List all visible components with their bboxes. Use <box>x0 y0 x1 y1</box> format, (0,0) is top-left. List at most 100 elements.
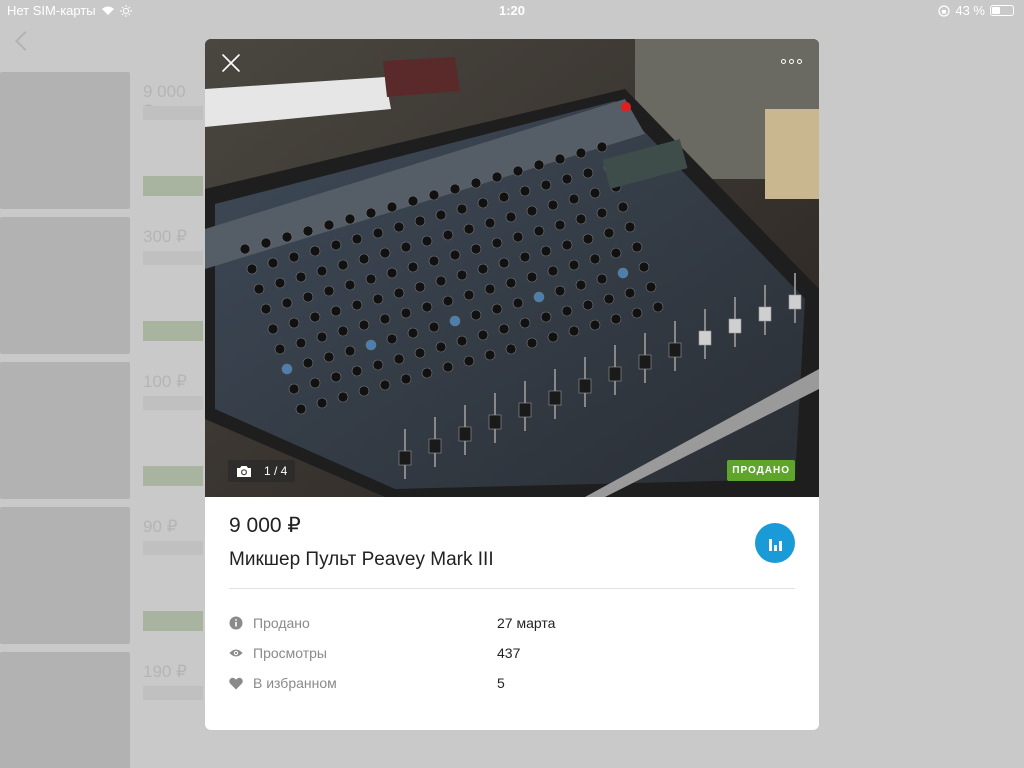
meta-value: 27 марта <box>497 615 556 631</box>
photo-counter[interactable]: 1 / 4 <box>228 460 296 482</box>
fader-cap <box>698 330 712 346</box>
knob <box>358 385 370 397</box>
knob <box>631 307 643 319</box>
knob <box>526 205 538 217</box>
knob <box>540 179 552 191</box>
list-item[interactable]: 9 000 ₽ <box>0 72 203 217</box>
battery-level <box>992 7 1000 14</box>
knob <box>295 271 307 283</box>
list-item-title-placeholder <box>143 396 203 410</box>
more-options-button[interactable] <box>781 53 805 69</box>
knob <box>309 311 321 323</box>
knob <box>379 247 391 259</box>
knob <box>281 231 293 243</box>
list-item[interactable]: 100 ₽ <box>0 362 203 507</box>
knob <box>337 259 349 271</box>
list-item-price: 190 ₽ <box>143 662 187 681</box>
knob <box>463 289 475 301</box>
knob <box>582 233 594 245</box>
knob <box>351 365 363 377</box>
knob <box>351 233 363 245</box>
back-arrow-icon[interactable] <box>15 31 35 51</box>
knob <box>316 397 328 409</box>
knob <box>603 293 615 305</box>
knob <box>421 367 433 379</box>
knob <box>309 377 321 389</box>
knob <box>442 295 454 307</box>
knob <box>365 339 377 351</box>
knob <box>477 197 489 209</box>
knob <box>547 265 559 277</box>
knob <box>323 285 335 297</box>
knob <box>330 371 342 383</box>
knob <box>596 207 608 219</box>
knob <box>477 263 489 275</box>
knob <box>372 227 384 239</box>
knob <box>589 187 601 199</box>
knob <box>624 287 636 299</box>
knob <box>344 279 356 291</box>
knob <box>631 241 643 253</box>
heart-icon <box>229 676 243 690</box>
knob <box>554 285 566 297</box>
list-item-badge <box>143 176 203 196</box>
knob <box>407 327 419 339</box>
meta-row-sold: Продано 27 марта <box>229 613 795 633</box>
knob <box>638 261 650 273</box>
bar-chart-icon <box>778 541 782 551</box>
knob <box>519 185 531 197</box>
knob <box>358 253 370 265</box>
status-bar: Нет SIM-карты 1:20 43 % <box>0 0 1024 20</box>
background-listing: 9 000 ₽ 300 ₽ 100 ₽ 90 ₽ 190 ₽ <box>0 72 203 768</box>
knob <box>323 219 335 231</box>
knob <box>393 221 405 233</box>
knob <box>547 331 559 343</box>
knob <box>407 261 419 273</box>
list-item[interactable]: 300 ₽ <box>0 217 203 362</box>
listing-title: Микшер Пульт Peavey Mark III <box>229 549 494 570</box>
battery-label: 43 % <box>955 3 985 18</box>
list-item-title-placeholder <box>143 541 203 555</box>
knob <box>239 243 251 255</box>
more-dot <box>797 58 802 64</box>
list-item-badge <box>143 321 203 341</box>
knob <box>288 383 300 395</box>
close-button[interactable] <box>219 51 243 75</box>
meta-label: В избранном <box>253 675 337 691</box>
list-item[interactable]: 90 ₽ <box>0 507 203 652</box>
knob <box>302 291 314 303</box>
knob <box>414 215 426 227</box>
knob <box>568 259 580 271</box>
list-item[interactable]: 190 ₽ <box>0 652 203 768</box>
knob <box>393 287 405 299</box>
knob <box>379 313 391 325</box>
knob <box>456 269 468 281</box>
knob <box>428 255 440 267</box>
knob <box>281 297 293 309</box>
meta-value: 437 <box>497 645 521 661</box>
knob <box>449 183 461 195</box>
knob <box>351 299 363 311</box>
knob <box>561 239 573 251</box>
knob <box>652 301 664 313</box>
list-item-title-placeholder <box>143 686 203 700</box>
knob <box>386 201 398 213</box>
knob <box>281 363 293 375</box>
knob <box>526 337 538 349</box>
knob <box>386 267 398 279</box>
eye-icon <box>229 646 243 660</box>
knob <box>463 223 475 235</box>
knob <box>575 213 587 225</box>
meta-row-views: Просмотры 437 <box>229 643 795 663</box>
listing-photo[interactable]: 1 / 4 ПРОДАНО <box>205 39 819 497</box>
knob <box>484 217 496 229</box>
knob <box>379 379 391 391</box>
knob <box>561 173 573 185</box>
statistics-button[interactable] <box>755 523 795 563</box>
knob <box>288 317 300 329</box>
knob <box>260 303 272 315</box>
knob <box>400 307 412 319</box>
knob <box>365 273 377 285</box>
fader-cap <box>548 390 562 406</box>
status-right: 43 % <box>938 3 1014 18</box>
